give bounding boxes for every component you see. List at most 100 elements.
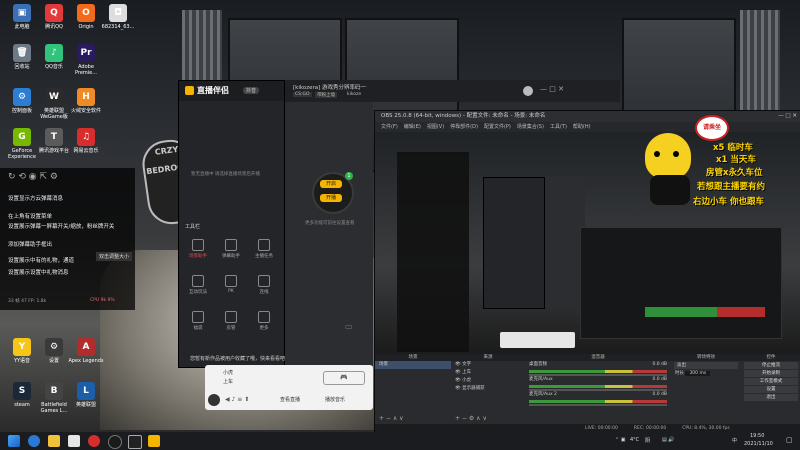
desktop-icon[interactable]: 🗑 回收站: [4, 44, 40, 70]
desktop-icon[interactable]: ♫ 网易云音乐: [68, 128, 104, 154]
app-icon[interactable]: [128, 435, 142, 449]
start-button[interactable]: 开启: [320, 180, 342, 188]
tool-item[interactable]: 互动玩法: [183, 275, 213, 295]
play-music-button[interactable]: 播放音乐: [325, 396, 345, 403]
tools-section-title: 工具栏: [185, 224, 201, 230]
desktop-icon[interactable]: Ssteam: [4, 382, 40, 408]
scene-buttons[interactable]: + − ∧ ∨: [379, 415, 404, 422]
danmaku-overlay[interactable]: ↻ ⟲ ◉ ⇱ ⚙ 设置显示方云弹幕消息 在上角有设置菜单 设置展示弹幕一屏幕开…: [0, 168, 135, 310]
clock-time[interactable]: 19:50: [750, 433, 764, 439]
transition-select[interactable]: 淡出: [674, 362, 738, 369]
store-icon[interactable]: [68, 435, 80, 447]
ime-indicator[interactable]: 中: [732, 437, 737, 444]
duration-input[interactable]: 300 ms: [685, 371, 711, 376]
control-button[interactable]: 开始录制: [744, 370, 798, 377]
eye-icon[interactable]: 👁: [455, 370, 461, 375]
desktop-icon[interactable]: G GeForce Experience: [4, 128, 40, 160]
source-item[interactable]: 👁 文字: [451, 361, 525, 369]
toolbar-icons[interactable]: ◀ ♪ ≡ ⬆: [225, 396, 249, 403]
tool-item[interactable]: 主播任务: [249, 239, 279, 259]
window-controls[interactable]: — □ ✕: [540, 85, 564, 93]
channel-chip[interactable]: 带粉上墙: [315, 92, 337, 98]
source-label: 小虎: [462, 378, 472, 383]
mixer-channel[interactable]: 麦克风/Aux 0.0 dB: [525, 376, 671, 391]
pikachu-icon: [645, 133, 691, 179]
music-app-icon[interactable]: [88, 435, 100, 447]
source-item[interactable]: 👁 显示器捕获: [451, 385, 525, 393]
desktop-icon[interactable]: T 腾讯游戏平台: [36, 128, 72, 154]
bottom-notice[interactable]: 您暂有新作品被用户收藏了哦，快来看看吧: [190, 355, 285, 362]
tool-item[interactable]: 场景助手: [183, 239, 213, 259]
window-controls[interactable]: — □ ✕: [778, 111, 797, 122]
tool-item[interactable]: 福袋: [183, 311, 213, 331]
menu-item[interactable]: 视图(V): [427, 124, 444, 130]
menu-item[interactable]: 文件(F): [381, 124, 398, 130]
desktop-icon[interactable]: ♪ QQ音乐: [36, 44, 72, 70]
overlay-line: x1 当天车: [716, 155, 756, 165]
streamer-app-icon[interactable]: [148, 435, 160, 447]
notification-icon[interactable]: ▢: [786, 436, 793, 444]
go-live-button[interactable]: 开播: [320, 194, 342, 202]
screen-icon[interactable]: ▭: [345, 322, 353, 331]
eye-icon[interactable]: 👁: [455, 362, 461, 367]
clock-date[interactable]: 2021/11/10: [744, 441, 773, 447]
view-live-button[interactable]: 查看直播: [280, 396, 300, 403]
desktop-icon[interactable]: ⚙ 控制面板: [4, 88, 40, 114]
mixer-channel[interactable]: 麦克风/Aux 2 0.0 dB: [525, 391, 671, 406]
tool-item[interactable]: 弹幕助手: [216, 239, 246, 259]
desktop-icon[interactable]: Q 腾讯QQ: [36, 4, 72, 30]
volume-slider[interactable]: [529, 404, 667, 406]
control-button[interactable]: 工作室模式: [744, 378, 798, 385]
menu-item[interactable]: 编辑(E): [404, 124, 421, 130]
desktop-icon[interactable]: W 英雄联盟WeGame版: [36, 88, 72, 120]
desktop-icon[interactable]: Y YY语音: [4, 338, 40, 364]
source-buttons[interactable]: + − ⚙ ∧ ∨: [455, 415, 487, 422]
gamepad-icon[interactable]: 🎮: [323, 371, 365, 385]
tool-label: 房管: [226, 326, 236, 331]
streamer-app-window[interactable]: 直播伴侣 抖音 暂无直播中 请选择直播场景后开播 工具栏 场景助手 弹幕助手 主播任…: [178, 80, 285, 368]
folder-icon[interactable]: [48, 435, 60, 447]
control-button[interactable]: 停止推流: [744, 362, 798, 369]
desktop-icon[interactable]: Pr Adobe Premie...: [68, 44, 104, 76]
desktop-icon[interactable]: H 火绒安全软件: [68, 88, 104, 114]
source-label: 文字: [462, 362, 472, 367]
list-item[interactable]: 小虎: [223, 369, 233, 376]
desktop-icon[interactable]: L 英雄联盟: [68, 382, 104, 408]
tool-item[interactable]: 连线: [249, 275, 279, 295]
scene-item[interactable]: 场景: [375, 361, 451, 369]
platform-badge[interactable]: 抖音: [243, 87, 260, 94]
eye-icon[interactable]: 👁: [455, 378, 461, 383]
menu-item[interactable]: 配置文件(P): [484, 124, 511, 130]
tool-icon: [258, 311, 270, 323]
control-button[interactable]: 设置: [744, 386, 798, 393]
menu-item[interactable]: 帮助(H): [573, 124, 591, 130]
nested-meter: [645, 307, 765, 317]
tray-icons[interactable]: ⌃ ▣: [615, 437, 626, 443]
network-icon[interactable]: ▤ 🔊: [662, 437, 675, 443]
chat-popup[interactable]: 小虎 上车 🎮 ◀ ♪ ≡ ⬆ 查看直播 播放音乐: [205, 365, 373, 410]
desktop-icon[interactable]: B Battlefield Games L...: [36, 382, 72, 414]
source-item[interactable]: 👁 上车: [451, 369, 525, 377]
tool-item[interactable]: 更多: [249, 311, 279, 331]
desktop-icon[interactable]: ◘ 682314_63...: [100, 4, 136, 30]
start-button-icon[interactable]: [8, 435, 20, 447]
list-item[interactable]: 上车: [223, 378, 233, 385]
menu-item[interactable]: 工具(T): [550, 124, 567, 130]
menu-item[interactable]: 停靠部件(D): [450, 124, 478, 130]
desktop-icon[interactable]: ▣ 此电脑: [4, 4, 40, 30]
source-item[interactable]: 👁 小虎: [451, 377, 525, 385]
mixer-channel[interactable]: 桌面音频 0.0 dB: [525, 361, 671, 376]
tool-item[interactable]: 房管: [216, 311, 246, 331]
obs-icon[interactable]: [108, 435, 122, 449]
desktop-icon[interactable]: A Apex Legends: [68, 338, 104, 364]
tool-item[interactable]: PK: [216, 275, 246, 294]
avatar[interactable]: [208, 394, 220, 406]
channel-chip[interactable]: CS:GO: [293, 92, 312, 97]
edge-icon[interactable]: [28, 435, 40, 447]
control-button[interactable]: 退出: [744, 394, 798, 401]
desktop-icon[interactable]: O Origin: [68, 4, 104, 30]
eye-icon[interactable]: 👁: [455, 386, 461, 391]
avatar[interactable]: [523, 86, 533, 96]
desktop-icon[interactable]: ⚙ 设置: [36, 338, 72, 364]
menu-item[interactable]: 场景集合(S): [517, 124, 544, 130]
